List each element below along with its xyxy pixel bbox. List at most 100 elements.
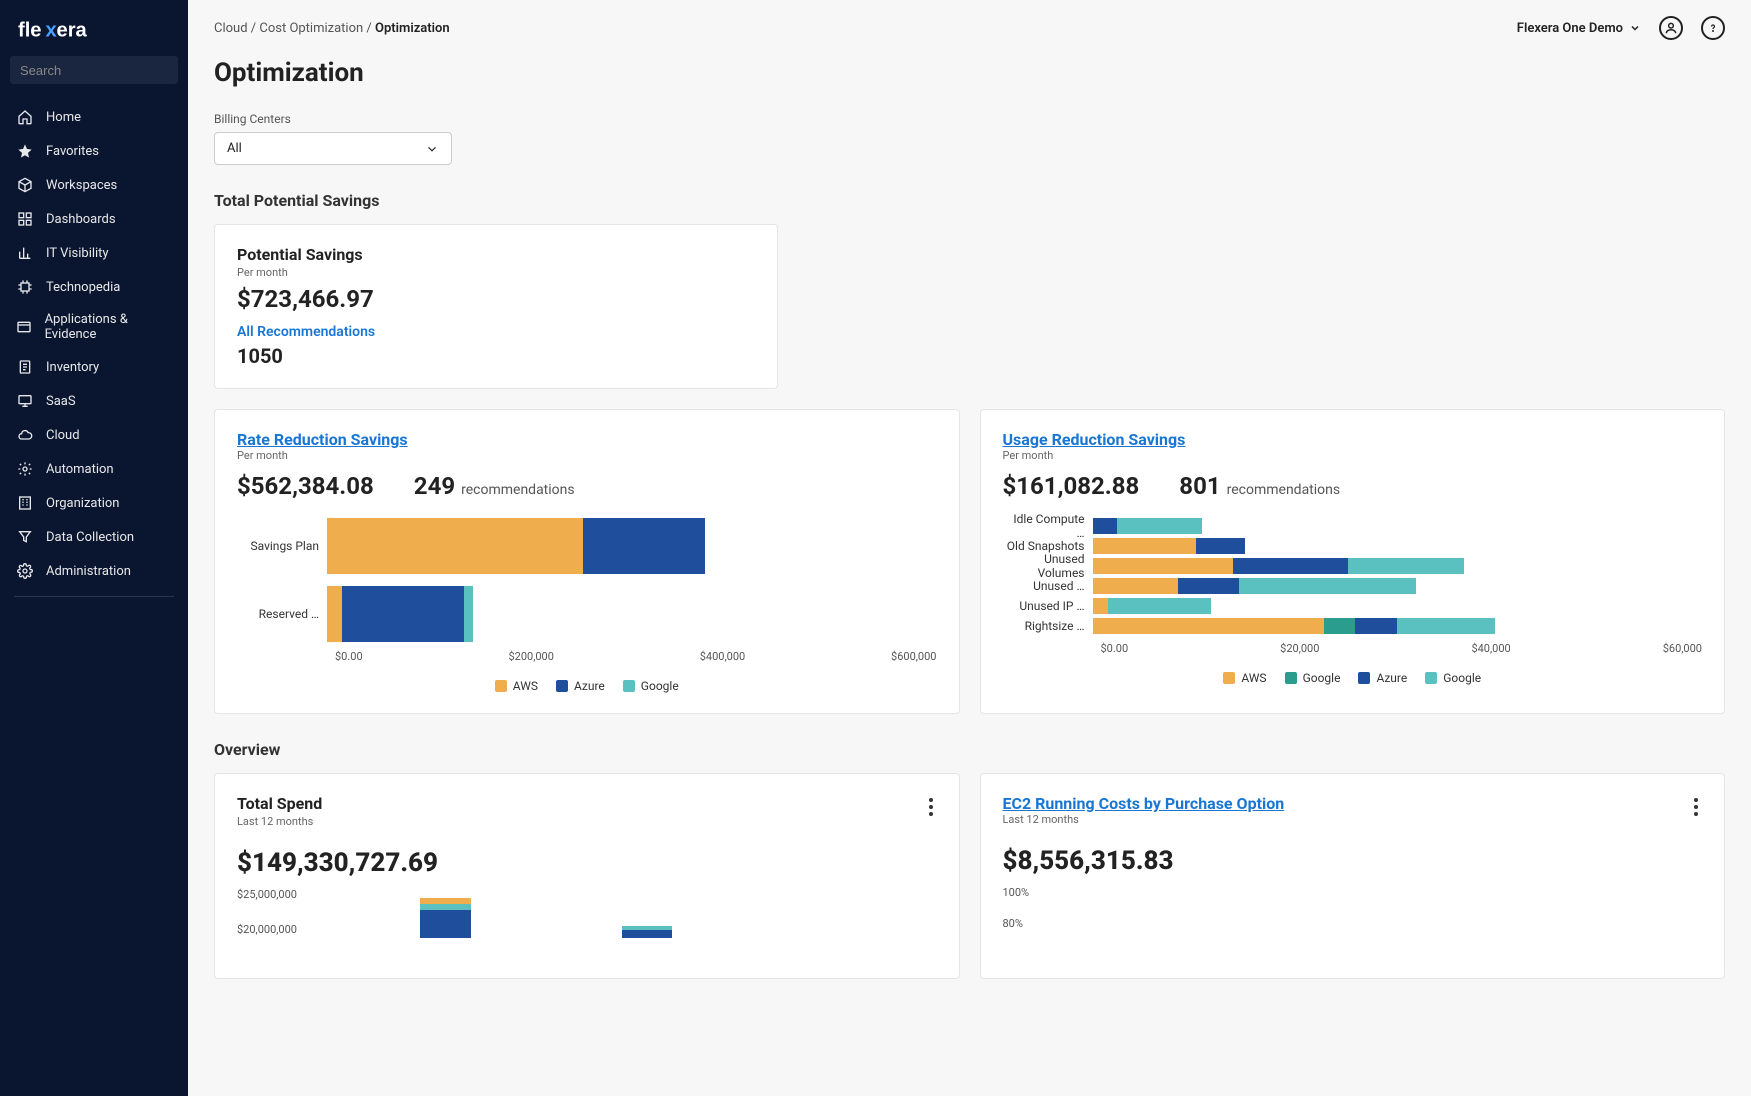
total-spend-amount: $149,330,727.69 xyxy=(237,848,937,878)
rate-rec-count: 249 xyxy=(414,472,455,500)
chart-category: Savings Plan xyxy=(237,539,327,553)
nav-label: IT Visibility xyxy=(46,246,109,261)
nav-label: Automation xyxy=(46,462,114,477)
breadcrumb-current: Optimization xyxy=(375,21,450,36)
bar-seg-azure xyxy=(583,518,705,574)
usage-rec-count: 801 xyxy=(1179,472,1220,500)
more-menu-button[interactable] xyxy=(925,794,937,820)
legend-swatch xyxy=(495,680,507,692)
help-icon[interactable] xyxy=(1701,16,1725,40)
all-recommendations-link[interactable]: All Recommendations xyxy=(237,324,375,340)
usage-amount: $161,082.88 xyxy=(1003,472,1140,500)
nav-label: Technopedia xyxy=(46,280,120,295)
usage-reduction-card: Usage Reduction Savings Per month $161,0… xyxy=(980,409,1726,714)
nav-label: Inventory xyxy=(46,360,99,375)
chart-icon xyxy=(16,244,34,262)
box-icon xyxy=(16,176,34,194)
rate-reduction-card: Rate Reduction Savings Per month $562,38… xyxy=(214,409,960,714)
main: Cloud / Cost Optimization / Optimization… xyxy=(188,0,1751,1096)
filter-group: Billing Centers All xyxy=(214,112,1725,165)
chevron-down-icon xyxy=(1629,22,1641,34)
sidebar-item-favorites[interactable]: Favorites xyxy=(0,134,188,168)
nav-label: Dashboards xyxy=(46,212,116,227)
user-icon[interactable] xyxy=(1659,16,1683,40)
brand-logo: flexera xyxy=(0,0,188,56)
sidebar-item-automation[interactable]: Automation xyxy=(0,452,188,486)
bar xyxy=(622,926,672,938)
bar-seg-aws xyxy=(327,518,583,574)
x-axis: $0.00 $20,000 $40,000 $60,000 xyxy=(1003,642,1703,655)
nav-label: Workspaces xyxy=(46,178,117,193)
card-subtitle: Per month xyxy=(237,266,755,279)
section-overview: Overview xyxy=(214,740,1725,759)
svg-text:era: era xyxy=(57,19,88,41)
sidebar-item-organization[interactable]: Organization xyxy=(0,486,188,520)
topbar-right: Flexera One Demo xyxy=(1517,16,1725,40)
sidebar-item-it-visibility[interactable]: IT Visibility xyxy=(0,236,188,270)
ec2-costs-link[interactable]: EC2 Running Costs by Purchase Option xyxy=(1003,794,1285,813)
page-title: Optimization xyxy=(214,58,1725,88)
nav-label: Home xyxy=(46,110,81,125)
monitor-icon xyxy=(16,392,34,410)
sidebar-item-data-collection[interactable]: Data Collection xyxy=(0,520,188,554)
chip-icon xyxy=(16,278,34,296)
search-input[interactable] xyxy=(20,63,196,78)
y-axis: $25,000,000 $20,000,000 xyxy=(237,888,297,958)
org-name: Flexera One Demo xyxy=(1517,21,1623,36)
sidebar-item-applications[interactable]: Applications & Evidence xyxy=(0,304,188,350)
grid-icon xyxy=(16,210,34,228)
star-icon xyxy=(16,142,34,160)
nav-label: Data Collection xyxy=(46,530,134,545)
rate-chart: Savings Plan Reserved … xyxy=(237,518,937,693)
breadcrumb-cost-optimization[interactable]: Cost Optimization xyxy=(259,21,363,36)
settings-icon xyxy=(16,562,34,580)
usage-reduction-link[interactable]: Usage Reduction Savings xyxy=(1003,430,1186,449)
gear-icon xyxy=(16,460,34,478)
nav-label: Applications & Evidence xyxy=(45,312,172,342)
cloud-icon xyxy=(16,426,34,444)
breadcrumb-cloud[interactable]: Cloud xyxy=(214,21,248,36)
chevron-down-icon xyxy=(425,142,439,156)
sidebar-item-home[interactable]: Home xyxy=(0,100,188,134)
usage-rec-label: recommendations xyxy=(1227,482,1341,498)
card-subtitle: Per month xyxy=(237,449,937,462)
sidebar-item-cloud[interactable]: Cloud xyxy=(0,418,188,452)
more-menu-button[interactable] xyxy=(1690,794,1702,820)
sidebar-item-saas[interactable]: SaaS xyxy=(0,384,188,418)
select-value: All xyxy=(227,141,242,156)
legend: AWS Google Azure Google xyxy=(1003,671,1703,685)
section-total-potential-savings: Total Potential Savings xyxy=(214,191,1725,210)
ec2-chart xyxy=(1039,894,1127,946)
x-axis: $0.00 $200,000 $400,000 $600,000 xyxy=(237,650,937,663)
recommendations-count: 1050 xyxy=(237,344,755,368)
y-axis: 100% 80% xyxy=(1003,886,1030,948)
content: Optimization Billing Centers All Total P… xyxy=(188,58,1751,979)
nav-label: Favorites xyxy=(46,144,99,159)
potential-amount: $723,466.97 xyxy=(237,285,755,313)
apps-icon xyxy=(16,318,33,336)
bar xyxy=(420,898,470,938)
nav-label: SaaS xyxy=(46,394,76,409)
rate-reduction-link[interactable]: Rate Reduction Savings xyxy=(237,430,408,449)
card-title: Potential Savings xyxy=(237,245,755,264)
sidebar-item-technopedia[interactable]: Technopedia xyxy=(0,270,188,304)
nav-label: Cloud xyxy=(46,428,80,443)
filter-label: Billing Centers xyxy=(214,112,1725,126)
sidebar-item-administration[interactable]: Administration xyxy=(0,554,188,588)
sidebar-item-inventory[interactable]: Inventory xyxy=(0,350,188,384)
nav: Home Favorites Workspaces Dashboards IT … xyxy=(0,94,188,611)
legend-swatch xyxy=(556,680,568,692)
billing-centers-select[interactable]: All xyxy=(214,132,452,165)
org-selector[interactable]: Flexera One Demo xyxy=(1517,21,1641,36)
sidebar-item-dashboards[interactable]: Dashboards xyxy=(0,202,188,236)
nav-label: Administration xyxy=(46,564,131,579)
svg-text:fle: fle xyxy=(18,19,42,41)
sidebar-item-workspaces[interactable]: Workspaces xyxy=(0,168,188,202)
card-subtitle: Per month xyxy=(1003,449,1703,462)
topbar: Cloud / Cost Optimization / Optimization… xyxy=(188,0,1751,48)
bar-seg-google xyxy=(464,586,473,642)
bar-seg-aws xyxy=(327,586,342,642)
search-box[interactable] xyxy=(10,56,178,84)
card-title: Total Spend xyxy=(237,794,322,813)
org-icon xyxy=(16,494,34,512)
